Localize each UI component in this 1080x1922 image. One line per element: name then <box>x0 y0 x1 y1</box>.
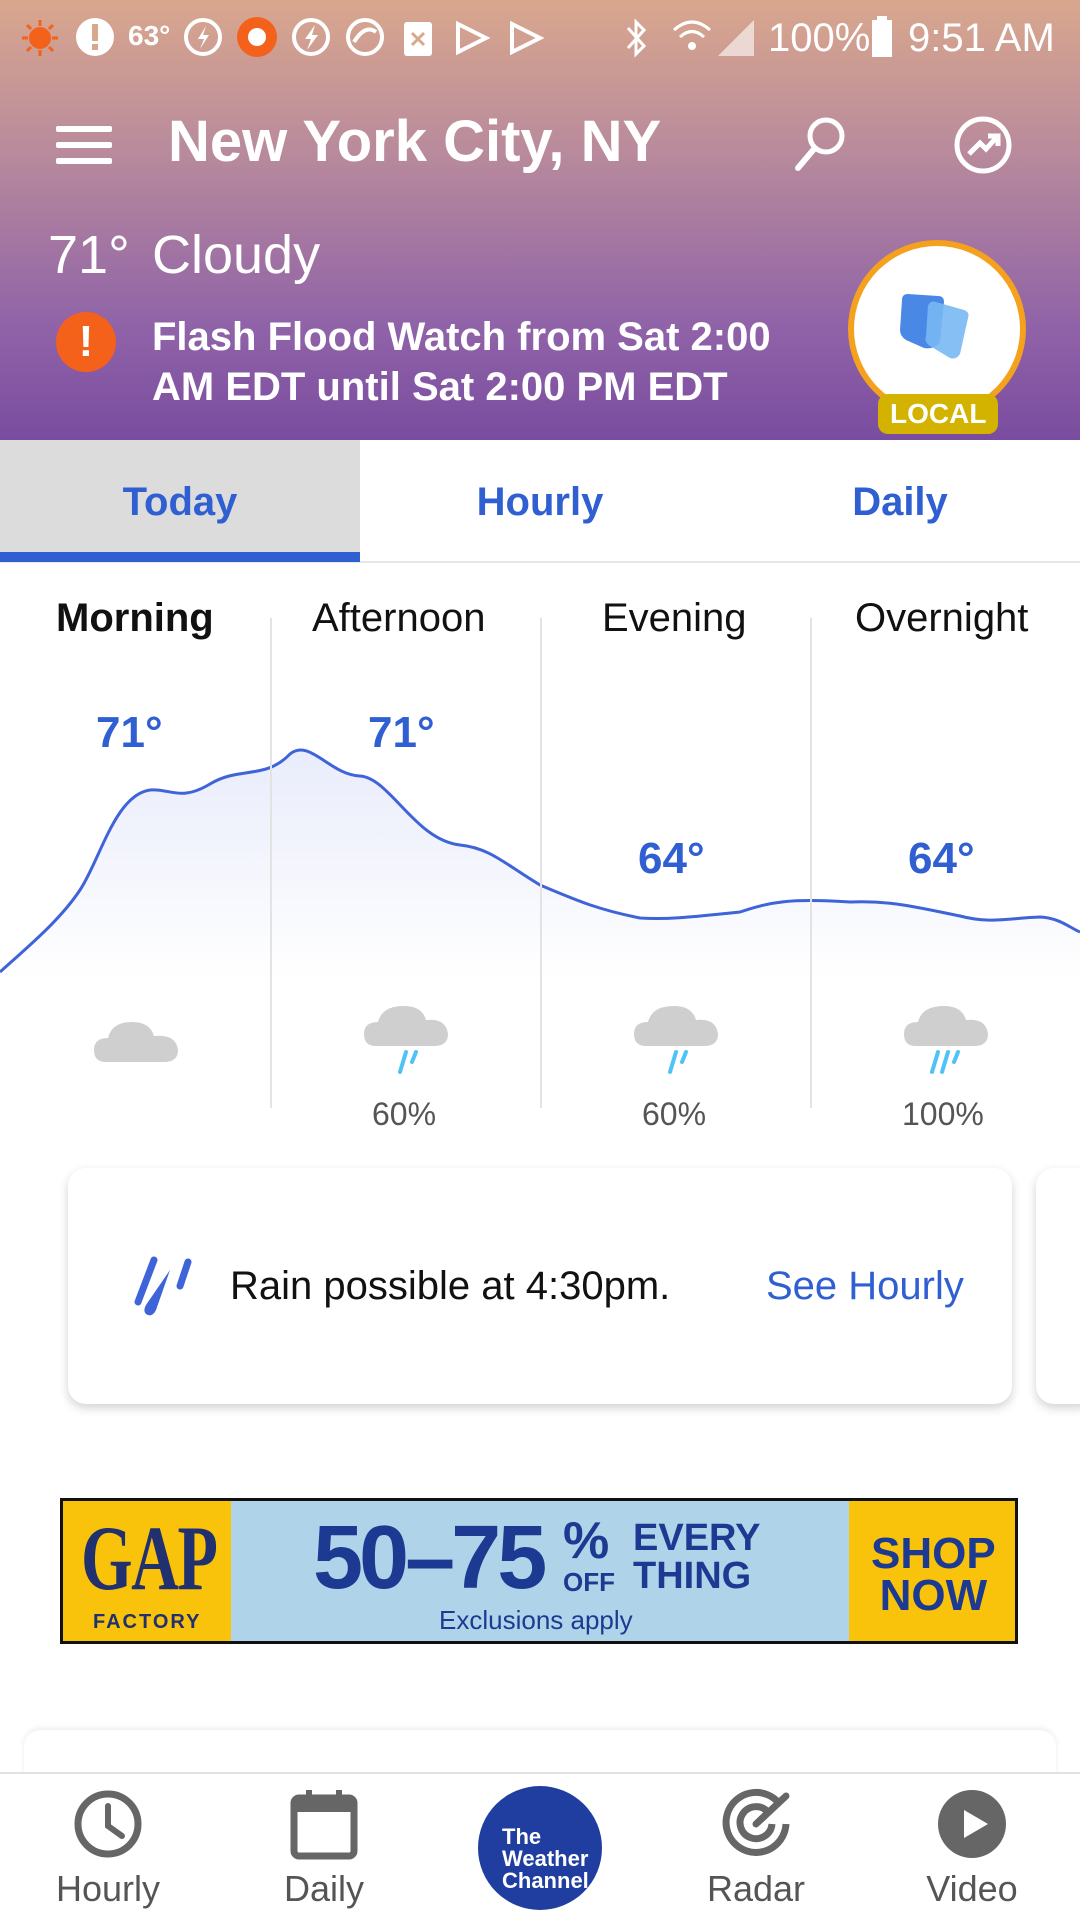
play-icon <box>938 1790 1006 1858</box>
next-card-peek[interactable] <box>1036 1168 1080 1404</box>
ad-every-line2: THING <box>633 1555 752 1597</box>
status-time: 9:51 AM <box>908 16 1055 60</box>
ad-shop-now[interactable]: SHOP NOW <box>871 1529 996 1620</box>
nav-label-radar: Radar <box>706 1868 806 1909</box>
tab-indicator <box>0 552 360 562</box>
ad-every-line1: EVERY <box>633 1517 761 1559</box>
nav-video[interactable]: Video <box>864 1774 1080 1922</box>
period-divider <box>810 618 812 1108</box>
alert-banner-text[interactable]: Flash Flood Watch from Sat 2:00 AM EDT u… <box>152 312 792 412</box>
tab-hourly[interactable]: Hourly <box>360 440 720 560</box>
rain-cloud-icon <box>904 1006 988 1074</box>
period-afternoon[interactable]: Afternoon <box>312 596 485 641</box>
bluetooth-icon <box>626 18 647 58</box>
local-bubbles-icon <box>900 294 969 359</box>
alert-notification-icon <box>76 18 114 56</box>
precip-evening: 60% <box>642 1096 707 1132</box>
calendar-icon <box>290 1790 358 1860</box>
ad-cta-panel[interactable]: SHOP NOW <box>849 1501 1015 1641</box>
status-temp: 63° <box>128 20 171 51</box>
nav-label-video: Video <box>926 1868 1018 1909</box>
radar-icon <box>722 1789 790 1856</box>
play-store-check-icon <box>456 20 490 56</box>
ad-discount: 50–75 <box>313 1508 547 1608</box>
document-icon <box>404 22 432 56</box>
nav-daily[interactable]: Daily <box>216 1774 432 1922</box>
current-temp: 71° <box>48 225 130 285</box>
ad-every: EVERY THING <box>633 1519 760 1595</box>
period-evening[interactable]: Evening <box>602 596 747 641</box>
period-divider <box>540 618 542 1108</box>
rain-message: Rain possible at 4:30pm. <box>230 1264 671 1308</box>
ad-percent-sign: % <box>563 1512 610 1570</box>
period-divider <box>270 618 272 1108</box>
signal-icon <box>718 20 754 56</box>
logo-line3: Channel <box>502 1868 589 1893</box>
tab-today[interactable]: Today <box>0 440 360 560</box>
alert-icon[interactable]: ! <box>56 312 116 372</box>
gap-factory-ad[interactable]: GAP FACTORY 50–75 % OFF EVERY THING Excl… <box>60 1498 1018 1644</box>
tab-daily[interactable]: Daily <box>720 440 1080 560</box>
battery-icon <box>872 16 892 57</box>
sun-notification-icon <box>237 17 277 57</box>
period-temp-afternoon: 71° <box>368 708 435 757</box>
period-temp-overnight: 64° <box>908 834 975 883</box>
nav-hourly[interactable]: Hourly <box>0 1774 216 1922</box>
period-temp-evening: 64° <box>638 834 705 883</box>
local-badge: LOCAL <box>878 394 999 434</box>
period-temp-morning: 71° <box>96 708 163 757</box>
search-icon[interactable] <box>790 112 852 174</box>
rain-insight-card[interactable]: Rain possible at 4:30pm. See Hourly <box>68 1168 1012 1404</box>
ad-exclusions: Exclusions apply <box>439 1605 633 1635</box>
status-bar: 63° 100% 9:51 AM <box>0 0 1080 76</box>
clock-icon <box>74 1790 142 1858</box>
bolt-icon <box>292 18 330 56</box>
play-store-icon <box>510 20 544 56</box>
sun-alert-icon <box>22 20 58 56</box>
see-hourly-link[interactable]: See Hourly <box>766 1264 964 1309</box>
ad-shop-line2: NOW <box>879 1571 988 1620</box>
current-condition: Cloudy <box>152 225 321 285</box>
rain-cloud-icon <box>634 1006 718 1074</box>
period-morning[interactable]: Morning <box>56 596 214 641</box>
bolt-circle-icon <box>184 18 222 56</box>
rain-drops-icon <box>134 1256 192 1316</box>
local-button[interactable] <box>848 240 1026 418</box>
nav-radar[interactable]: Radar <box>648 1774 864 1922</box>
battery-percent: 100% <box>768 16 871 60</box>
rain-cloud-icon <box>364 1006 448 1074</box>
nav-label-daily: Daily <box>283 1868 364 1909</box>
logo-line1: The <box>502 1824 542 1849</box>
menu-icon[interactable] <box>56 116 112 174</box>
precip-afternoon: 60% <box>372 1096 437 1132</box>
nav-label-hourly: Hourly <box>55 1868 161 1909</box>
precip-overnight: 100% <box>902 1096 984 1132</box>
ad-off: OFF <box>563 1567 615 1597</box>
weather-channel-logo[interactable]: The Weather Channel <box>478 1786 602 1910</box>
share-icon[interactable] <box>952 114 1014 176</box>
location-title[interactable]: New York City, NY <box>168 108 661 175</box>
period-overnight[interactable]: Overnight <box>855 596 1028 641</box>
ad-logo-panel: GAP FACTORY <box>63 1501 231 1641</box>
sync-icon <box>346 18 384 56</box>
cloud-icon <box>94 1022 178 1062</box>
wifi-icon <box>673 20 711 50</box>
gap-logo: GAP <box>81 1507 218 1609</box>
logo-line2: Weather <box>502 1846 589 1871</box>
ad-shop-line1: SHOP <box>871 1529 996 1578</box>
gap-factory-label: FACTORY <box>93 1611 202 1633</box>
